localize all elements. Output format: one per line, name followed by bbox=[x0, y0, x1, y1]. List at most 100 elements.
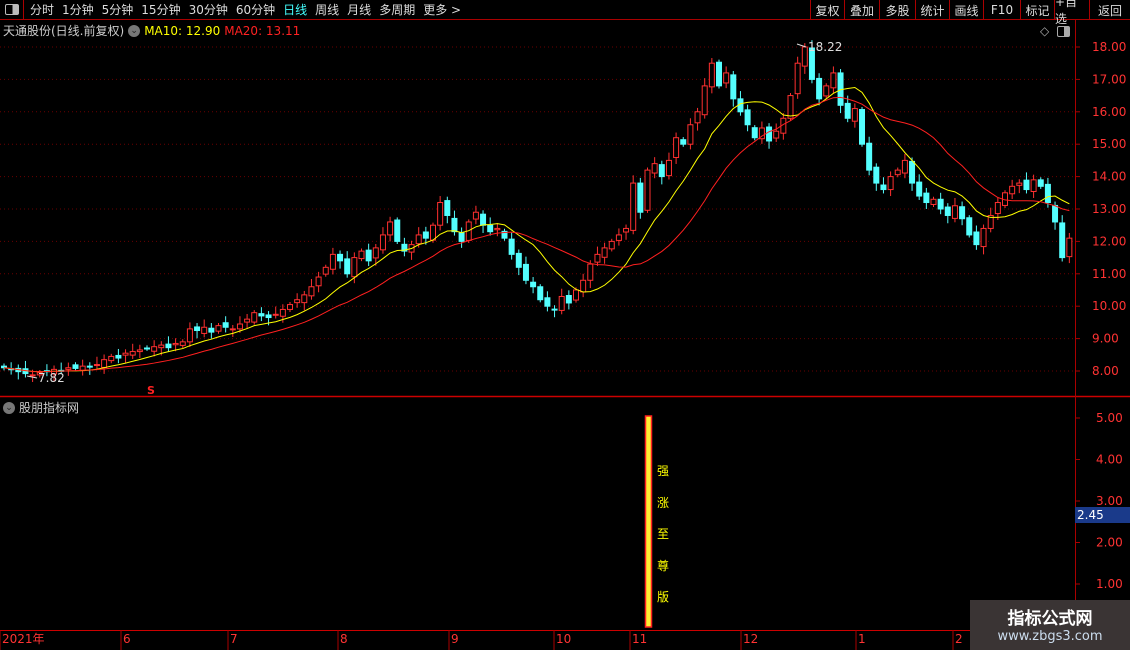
price-axis-line bbox=[1075, 20, 1076, 630]
price-tick-label: 10.00 bbox=[1092, 299, 1126, 313]
candle-body bbox=[1023, 179, 1030, 191]
label-char: 版 bbox=[656, 590, 669, 604]
price-tick-label: 11.00 bbox=[1092, 267, 1126, 281]
candle-body bbox=[315, 276, 322, 287]
label-char: 涨 bbox=[656, 495, 669, 510]
indicator-tick-label: 2.00 bbox=[1096, 536, 1123, 550]
indicator-title: 股朋指标网 bbox=[19, 401, 80, 415]
candle-body bbox=[251, 312, 258, 323]
s-marker: S bbox=[147, 384, 155, 397]
candle-body bbox=[294, 299, 301, 304]
date-tick-label: 8 bbox=[340, 632, 348, 646]
candle-body bbox=[623, 227, 630, 233]
date-tick-label: 7 bbox=[230, 632, 238, 646]
date-tick-label: 9 bbox=[451, 632, 459, 646]
candle-body bbox=[265, 314, 272, 319]
candle-body bbox=[229, 328, 236, 331]
candle-body bbox=[887, 176, 894, 191]
candle-body bbox=[108, 355, 115, 362]
candle-body bbox=[966, 217, 973, 236]
indicator-vertical-label: 强 涨 至 尊 版 bbox=[656, 456, 670, 614]
candle-body bbox=[93, 364, 100, 367]
candle-body bbox=[65, 367, 72, 370]
ma-line-ma20 bbox=[3, 96, 1070, 373]
candle-body bbox=[136, 349, 143, 353]
date-tick-label: 11 bbox=[632, 632, 647, 646]
candle-body bbox=[565, 295, 572, 304]
candle-body bbox=[351, 257, 358, 278]
candle-body bbox=[937, 198, 944, 210]
candle-body bbox=[387, 221, 394, 236]
candle-body bbox=[172, 342, 179, 346]
candle-body bbox=[1066, 237, 1073, 258]
candle-body bbox=[1037, 179, 1044, 187]
price-tick-label: 8.00 bbox=[1092, 364, 1119, 378]
candle-body bbox=[358, 250, 365, 260]
candle-body bbox=[1016, 182, 1023, 186]
price-tick-label: 12.00 bbox=[1092, 234, 1126, 248]
candle-body bbox=[122, 352, 129, 356]
candle-body bbox=[522, 263, 529, 281]
candle-body bbox=[894, 169, 901, 176]
candle-body bbox=[816, 77, 823, 100]
candle-body bbox=[730, 74, 737, 100]
candle-body bbox=[665, 159, 672, 177]
indicator-tick-label: 3.00 bbox=[1096, 494, 1123, 508]
candle-body bbox=[279, 308, 286, 317]
candle-body bbox=[801, 46, 808, 67]
candle-body bbox=[244, 318, 251, 323]
candle-body bbox=[723, 72, 730, 84]
label-char: 至 bbox=[656, 527, 669, 541]
current-value-badge: 2.45 bbox=[1075, 507, 1130, 523]
candle-body bbox=[851, 108, 858, 122]
candle-body bbox=[258, 313, 265, 317]
candle-body bbox=[766, 126, 773, 142]
date-tick-label: 12 bbox=[743, 632, 758, 646]
indicator-tick-label: 1.00 bbox=[1096, 577, 1123, 591]
candle-body bbox=[580, 279, 587, 293]
candle-body bbox=[158, 344, 165, 349]
candle-body bbox=[844, 102, 851, 119]
candle-body bbox=[372, 247, 379, 259]
ma-line-ma10 bbox=[3, 86, 1070, 373]
label-char: 强 bbox=[656, 464, 669, 478]
candle-body bbox=[773, 130, 780, 139]
candle-body bbox=[601, 247, 608, 258]
indicator-header: ⌄ 股朋指标网 bbox=[3, 399, 79, 416]
dropdown-icon[interactable]: ⌄ bbox=[3, 401, 15, 414]
candle-body bbox=[515, 252, 522, 268]
candle-body bbox=[694, 111, 701, 124]
candle-body bbox=[308, 286, 315, 297]
candle-body bbox=[494, 227, 501, 231]
candle-body bbox=[101, 359, 108, 368]
candle-body bbox=[1009, 185, 1016, 195]
candlestick-chart[interactable]: 18.0017.0016.0015.0014.0013.0012.0011.00… bbox=[0, 0, 1130, 650]
candle-body bbox=[930, 198, 937, 205]
price-tick-label: 15.00 bbox=[1092, 137, 1126, 151]
label-char: 尊 bbox=[656, 558, 669, 573]
candle-body bbox=[951, 205, 958, 219]
candle-body bbox=[637, 182, 644, 213]
candle-body bbox=[573, 289, 579, 301]
candle-body bbox=[551, 308, 558, 311]
candle-body bbox=[29, 374, 36, 377]
candle-body bbox=[916, 181, 923, 197]
candle-body bbox=[480, 213, 487, 226]
candle-body bbox=[365, 249, 372, 262]
candle-body bbox=[215, 325, 222, 332]
candle-body bbox=[787, 95, 794, 119]
candle-body bbox=[379, 234, 386, 251]
candle-body bbox=[1052, 204, 1059, 223]
candle-body bbox=[186, 328, 193, 343]
candle-body bbox=[487, 224, 494, 233]
candle-body bbox=[72, 364, 79, 369]
candle-body bbox=[823, 85, 830, 97]
candle-body bbox=[151, 346, 158, 352]
candle-body bbox=[222, 322, 229, 328]
candle-body bbox=[980, 227, 987, 248]
candle-body bbox=[179, 341, 186, 346]
candle-body bbox=[208, 327, 215, 333]
candle-body bbox=[909, 160, 916, 184]
candle-body bbox=[615, 234, 622, 241]
candle-body bbox=[201, 326, 208, 334]
